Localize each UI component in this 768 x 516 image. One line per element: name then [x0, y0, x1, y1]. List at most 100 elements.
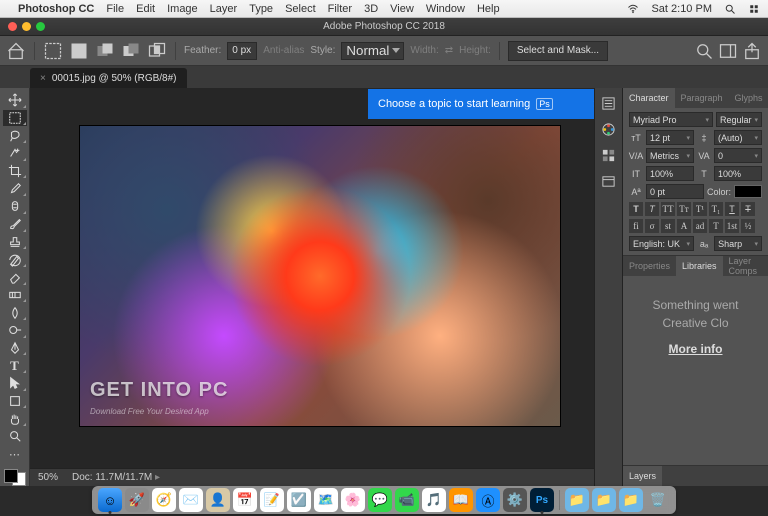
more-info-link[interactable]: More info — [631, 340, 760, 358]
style-select[interactable]: Normal — [341, 42, 404, 60]
sel-add-icon[interactable] — [95, 41, 115, 61]
learn-panel-icon[interactable] — [600, 172, 618, 190]
dock-app-facetime[interactable]: 📹 — [395, 488, 419, 512]
blur-tool[interactable] — [3, 304, 27, 321]
dock-app-mail[interactable]: ✉️ — [179, 488, 203, 512]
menu-3d[interactable]: 3D — [364, 3, 378, 15]
shape-tool[interactable] — [3, 393, 27, 410]
doc-info[interactable]: Doc: 11.7M/11.7M — [72, 472, 160, 483]
dock-app-reminders[interactable]: ☑️ — [287, 488, 311, 512]
kerning-field[interactable]: Metrics — [646, 148, 694, 163]
menu-edit[interactable]: Edit — [136, 3, 155, 15]
dock-app-contacts[interactable]: 👤 — [206, 488, 230, 512]
dock-trash[interactable]: 🗑️ — [646, 488, 670, 512]
tab-glyphs[interactable]: Glyphs — [729, 88, 768, 108]
underline-button[interactable]: T — [725, 202, 739, 216]
dock-app-itunes[interactable]: 🎵 — [422, 488, 446, 512]
dock-app-calendar[interactable]: 📅 — [233, 488, 257, 512]
superscript-button[interactable]: T¹ — [693, 202, 707, 216]
bold-button[interactable]: T — [629, 202, 643, 216]
stamp-tool[interactable] — [3, 234, 27, 251]
font-family-select[interactable]: Myriad Pro — [629, 112, 713, 127]
feather-field[interactable]: 0 px — [227, 42, 257, 60]
sel-new-icon[interactable] — [69, 41, 89, 61]
font-size-field[interactable]: 12 pt — [646, 130, 694, 145]
menu-type[interactable]: Type — [249, 3, 273, 15]
menu-help[interactable]: Help — [477, 3, 500, 15]
font-style-select[interactable]: Regular — [716, 112, 762, 127]
dock-app-preferences[interactable]: ⚙️ — [503, 488, 527, 512]
menu-select[interactable]: Select — [285, 3, 316, 15]
select-and-mask-button[interactable]: Select and Mask... — [508, 41, 608, 61]
wifi-icon[interactable] — [627, 3, 639, 15]
subscript-button[interactable]: T₁ — [709, 202, 723, 216]
strike-button[interactable]: T — [741, 202, 755, 216]
window-minimize[interactable] — [22, 22, 31, 31]
spotlight-icon[interactable] — [724, 3, 736, 15]
path-select-tool[interactable] — [3, 375, 27, 392]
edit-toolbar[interactable]: ⋯ — [3, 446, 27, 463]
zoom-level[interactable]: 50% — [38, 472, 58, 483]
menu-image[interactable]: Image — [167, 3, 198, 15]
dodge-tool[interactable] — [3, 322, 27, 339]
history-panel-icon[interactable] — [600, 94, 618, 112]
tooltip-close-icon[interactable]: × — [593, 97, 594, 111]
home-icon[interactable] — [6, 41, 26, 61]
smallcaps-button[interactable]: Tᴛ — [677, 202, 691, 216]
window-zoom[interactable] — [36, 22, 45, 31]
hscale-field[interactable]: 100% — [714, 166, 762, 181]
marquee-tool[interactable] — [3, 110, 27, 127]
share-icon[interactable] — [742, 41, 762, 61]
tab-properties[interactable]: Properties — [623, 256, 676, 276]
zoom-tool[interactable] — [3, 428, 27, 445]
fractions-button[interactable]: ½ — [741, 219, 755, 233]
tab-layers[interactable]: Layers — [623, 466, 662, 486]
sel-intersect-icon[interactable] — [147, 41, 167, 61]
allcaps-button[interactable]: TT — [661, 202, 675, 216]
dock-folder1[interactable]: 📁 — [565, 488, 589, 512]
lasso-tool[interactable] — [3, 127, 27, 144]
leading-field[interactable]: (Auto) — [714, 130, 762, 145]
swatches-panel-icon[interactable] — [600, 146, 618, 164]
dock-app-photoshop[interactable]: Ps — [530, 488, 554, 512]
ordinals-button[interactable]: 1st — [725, 219, 739, 233]
healing-tool[interactable] — [3, 198, 27, 215]
gradient-tool[interactable] — [3, 287, 27, 304]
baseline-field[interactable]: 0 pt — [646, 184, 704, 199]
sel-subtract-icon[interactable] — [121, 41, 141, 61]
dock-app-ibooks[interactable]: 📖 — [449, 488, 473, 512]
window-close[interactable] — [8, 22, 17, 31]
document-tab[interactable]: × 00015.jpg @ 50% (RGB/8#) — [30, 68, 187, 88]
dock-app-notes[interactable]: 📝 — [260, 488, 284, 512]
tracking-field[interactable]: 0 — [714, 148, 762, 163]
close-tab-icon[interactable]: × — [40, 73, 46, 84]
move-tool[interactable] — [3, 92, 27, 109]
canvas-area[interactable]: Choose a topic to start learning Ps × GE… — [30, 88, 594, 486]
antialiasing-select[interactable]: Sharp — [714, 236, 762, 251]
document-canvas[interactable]: GET INTO PC Download Free Your Desired A… — [80, 126, 560, 426]
dock-folder2[interactable]: 📁 — [592, 488, 616, 512]
brush-tool[interactable] — [3, 216, 27, 233]
italic-button[interactable]: T — [645, 202, 659, 216]
dock-folder3[interactable]: 📁 — [619, 488, 643, 512]
pen-tool[interactable] — [3, 340, 27, 357]
eraser-tool[interactable] — [3, 269, 27, 286]
tab-character[interactable]: Character — [623, 88, 675, 108]
menu-filter[interactable]: Filter — [328, 3, 352, 15]
tab-layer-comps[interactable]: Layer Comps — [723, 256, 768, 276]
stylistic-button[interactable]: ad — [693, 219, 707, 233]
quick-select-tool[interactable] — [3, 145, 27, 162]
eyedropper-tool[interactable] — [3, 180, 27, 197]
text-color-well[interactable] — [734, 185, 762, 198]
menu-view[interactable]: View — [390, 3, 414, 15]
hand-tool[interactable] — [3, 410, 27, 427]
menu-window[interactable]: Window — [426, 3, 465, 15]
crop-tool[interactable] — [3, 163, 27, 180]
app-menu[interactable]: Photoshop CC — [18, 3, 94, 15]
language-select[interactable]: English: UK — [629, 236, 694, 251]
search-icon[interactable] — [694, 41, 714, 61]
menu-file[interactable]: File — [106, 3, 124, 15]
titling-button[interactable]: T — [709, 219, 723, 233]
swash-button[interactable]: A — [677, 219, 691, 233]
contextual-button[interactable]: σ — [645, 219, 659, 233]
